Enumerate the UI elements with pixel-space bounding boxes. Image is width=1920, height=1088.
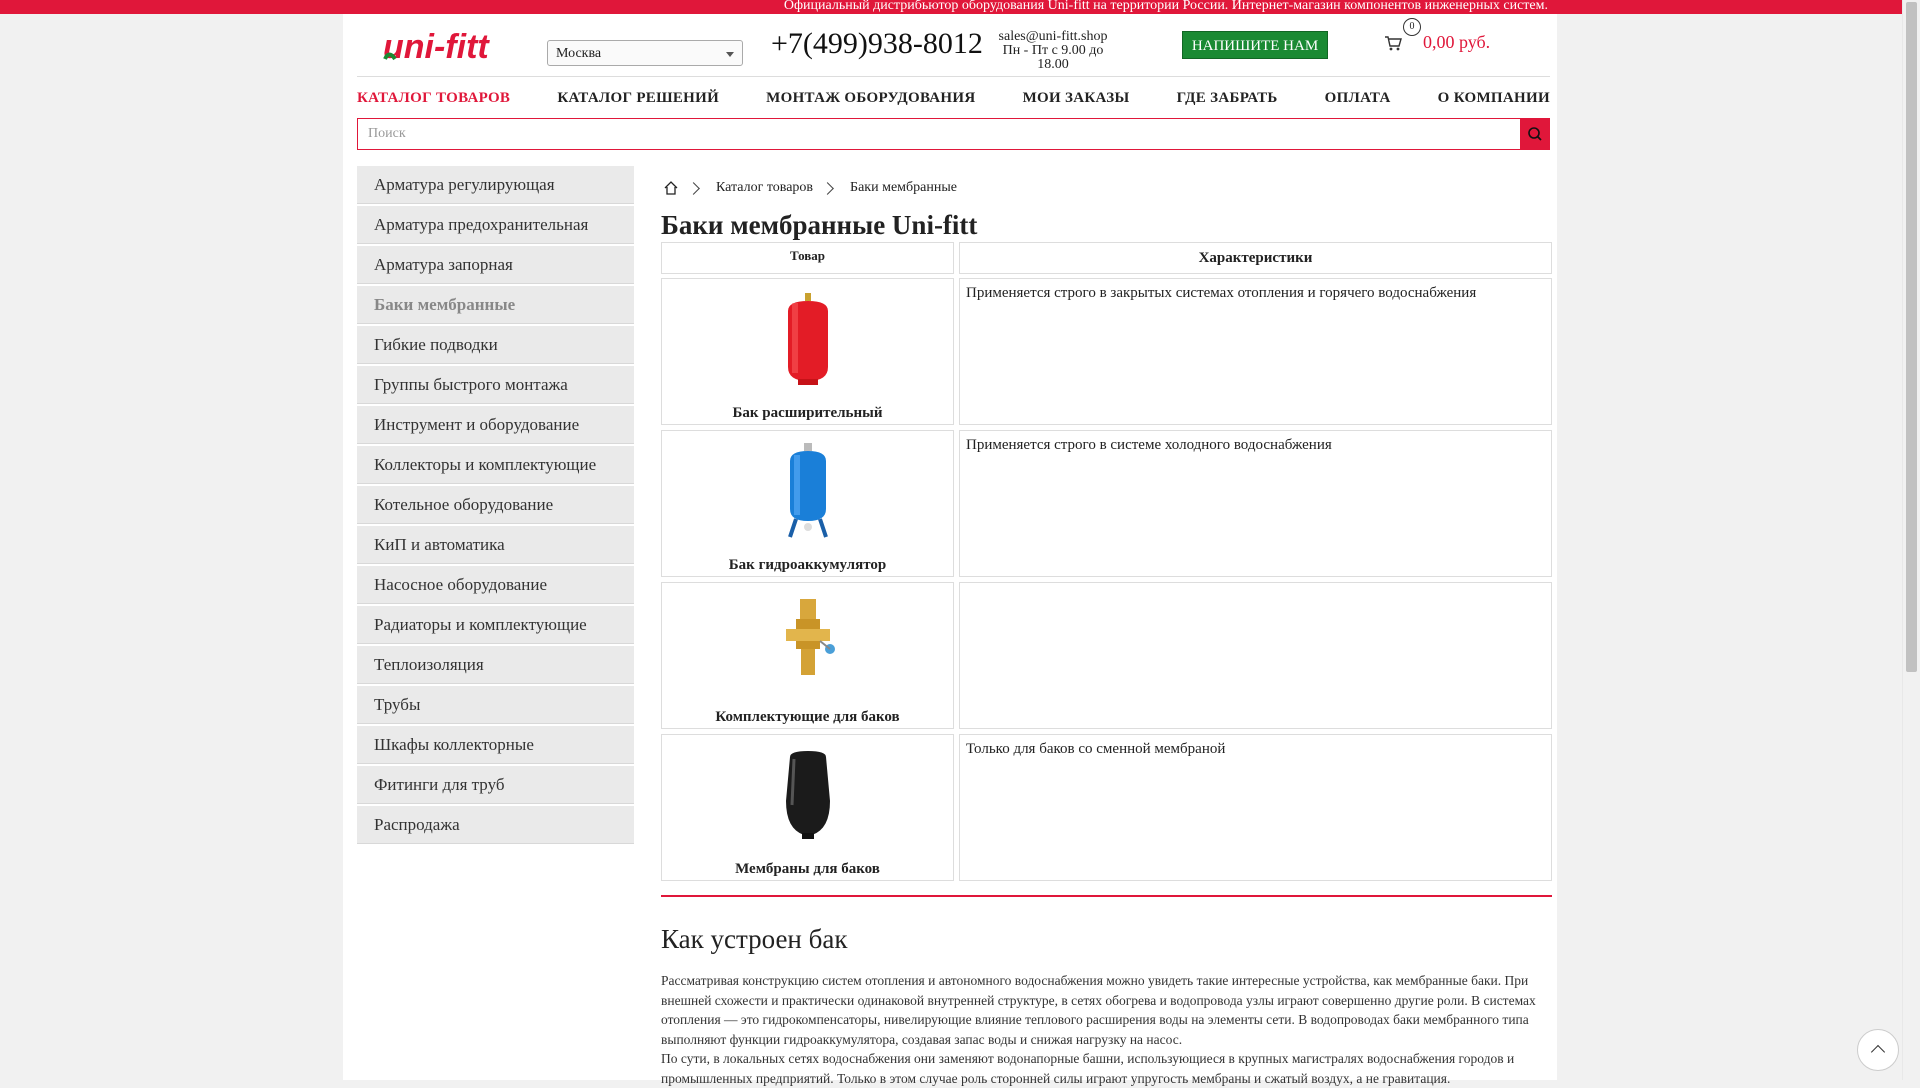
sidebar-item[interactable]: Группы быстрого монтажа [357,366,634,404]
sidebar-item[interactable]: КиП и автоматика [357,526,634,564]
sidebar-item[interactable]: Фитинги для труб [357,766,634,804]
sidebar-item[interactable]: Трубы [357,686,634,724]
sidebar-item[interactable]: Коллекторы и комплектующие [357,446,634,484]
nav-catalog-products[interactable]: КАТАЛОГ ТОВАРОВ [357,86,510,110]
main-nav: КАТАЛОГ ТОВАРОВ КАТАЛОГ РЕШЕНИЙ МОНТАЖ О… [357,86,1550,110]
product-description: Применяется строго в закрытых системах о… [959,278,1552,425]
nav-pickup[interactable]: ГДЕ ЗАБРАТЬ [1177,86,1278,110]
scrollbar-thumb[interactable] [1906,2,1917,672]
table-row: Мембраны для баков Только для баков со с… [661,734,1552,881]
breadcrumb-current: Баки мембранные [850,180,957,195]
sidebar-item[interactable]: Шкафы коллекторные [357,726,634,764]
blue-tank-icon [788,443,828,538]
uni-fitt-logo[interactable]: uni-fitt [383,26,503,66]
svg-text:uni-fitt: uni-fitt [383,28,490,66]
city-select[interactable]: Москва [547,40,743,66]
category-sidebar: Арматура регулирующая Арматура предохран… [357,166,634,846]
sidebar-item[interactable]: Арматура регулирующая [357,166,634,204]
brass-fitting-icon [786,599,835,675]
table-row: Бак расширительный Применяется строго в … [661,278,1552,425]
phone-number[interactable]: +7(499)938-8012 [771,26,983,62]
nav-catalog-solutions[interactable]: КАТАЛОГ РЕШЕНИЙ [557,86,719,110]
product-description: Только для баков со сменной мембраной [959,734,1552,881]
product-cell[interactable]: Комплектующие для баков [661,582,954,729]
write-us-button[interactable]: НАПИШИТЕ НАМ [1182,31,1328,59]
product-name[interactable]: Бак гидроаккумулятор [662,557,953,574]
sidebar-item[interactable]: Инструмент и оборудование [357,406,634,444]
sidebar-item[interactable]: Радиаторы и комплектующие [357,606,634,644]
article-heading: Как устроен бак [661,924,848,954]
article-paragraph: По сути, в локальных сетях водоснабжения… [661,1051,1515,1086]
city-value: Москва [556,46,602,61]
search-icon [1528,127,1542,141]
product-cell[interactable]: Мембраны для баков [661,734,954,881]
product-name[interactable]: Мембраны для баков [662,861,953,878]
product-name[interactable]: Комплектующие для баков [662,709,953,726]
breadcrumb-catalog[interactable]: Каталог товаров [716,180,813,196]
product-name[interactable]: Бак расширительный [662,405,953,422]
product-cell[interactable]: Бак расширительный [661,278,954,425]
sidebar-item[interactable]: Теплоизоляция [357,646,634,684]
search-bar [357,118,1550,150]
nav-my-orders[interactable]: МОИ ЗАКАЗЫ [1023,86,1130,110]
page-scrollbar[interactable] [1902,0,1920,1080]
page-title: Баки мембранные Uni-fitt [661,210,978,240]
column-header-specs: Характеристики [959,242,1552,274]
page-container: uni-fitt Москва +7(499)938-8012 sales@un… [343,14,1557,1086]
article-paragraph: Рассматривая конструкцию систем отоплени… [661,973,1536,1047]
header-divider [357,76,1550,77]
search-input[interactable] [358,119,1508,149]
column-header-product: Товар [661,242,954,274]
sidebar-item-active[interactable]: Баки мембранные [357,286,634,324]
scroll-to-top-button[interactable] [1857,1029,1899,1071]
sidebar-item[interactable]: Котельное оборудование [357,486,634,524]
search-button[interactable] [1520,118,1550,150]
announcement-text: Официальный дистрибьютор оборудования Un… [783,0,1548,13]
cart-icon[interactable] [1383,33,1403,53]
chevron-right-icon [821,181,834,195]
table-bottom-border [661,895,1552,897]
sidebar-item[interactable]: Арматура запорная [357,246,634,284]
email-link[interactable]: sales@uni-fitt.shop [993,30,1113,44]
red-tank-icon [788,293,828,385]
breadcrumb: Каталог товаров Баки мембранные [663,176,957,200]
article-text: Рассматривая конструкцию систем отоплени… [661,971,1552,1088]
working-hours: Пн - Пт с 9.00 до 18.00 [1002,43,1104,72]
chevron-down-icon [726,52,734,57]
table-row: Комплектующие для баков [661,582,1552,729]
top-announcement-bar: Официальный дистрибьютор оборудования Un… [0,0,1920,14]
contacts-block: sales@uni-fitt.shop Пн - Пт с 9.00 до 18… [993,30,1113,72]
sidebar-item[interactable]: Распродажа [357,806,634,844]
product-description [959,582,1552,729]
sidebar-item[interactable]: Арматура предохранительная [357,206,634,244]
sidebar-item[interactable]: Насосное оборудование [357,566,634,604]
cart-total[interactable]: 0,00 руб. [1423,32,1490,53]
nav-about[interactable]: О КОМПАНИИ [1438,86,1550,110]
product-description: Применяется строго в системе холодного в… [959,430,1552,577]
chevron-right-icon [687,181,700,195]
product-cell[interactable]: Бак гидроаккумулятор [661,430,954,577]
nav-installation[interactable]: МОНТАЖ ОБОРУДОВАНИЯ [766,86,975,110]
home-icon[interactable] [663,180,679,196]
cart-count-badge: 0 [1403,18,1421,36]
membrane-icon [786,751,830,839]
table-row: Бак гидроаккумулятор Применяется строго … [661,430,1552,577]
nav-payment[interactable]: ОПЛАТА [1325,86,1391,110]
sidebar-item[interactable]: Гибкие подводки [357,326,634,364]
